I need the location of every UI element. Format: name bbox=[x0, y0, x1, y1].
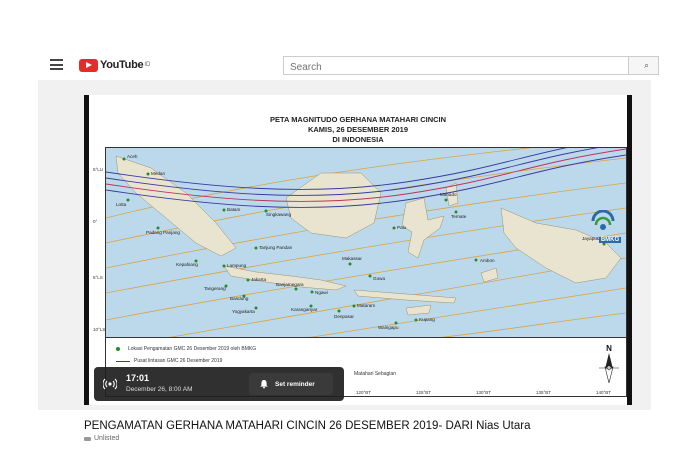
bmkg-label: BMKG bbox=[598, 237, 622, 243]
city-label: Ngawi bbox=[315, 290, 328, 295]
lat-label: 0° bbox=[93, 219, 98, 224]
city-label: Ternate bbox=[451, 214, 467, 219]
visibility-label: Unlisted bbox=[94, 435, 120, 442]
set-reminder-label: Set reminder bbox=[275, 380, 315, 388]
search-box[interactable] bbox=[283, 56, 629, 76]
city-label: Aceh bbox=[127, 154, 138, 159]
eclipse-map: Aceh Medan Lotta Padang Panjang Batam Si… bbox=[105, 147, 627, 339]
lat-label: 10°LS bbox=[93, 327, 106, 332]
city-label: Bandung bbox=[230, 296, 249, 301]
city-label: Padang Panjang bbox=[146, 230, 180, 235]
city-label: Lotta bbox=[116, 202, 127, 207]
city-label: Jakarta bbox=[251, 277, 267, 282]
search-input[interactable] bbox=[284, 59, 616, 76]
video-title: PENGAMATAN GERHANA MATAHARI CINCIN 26 DE… bbox=[84, 420, 531, 432]
city-label: Yogyakarta bbox=[232, 309, 255, 314]
youtube-logo[interactable]: YouTube ID bbox=[79, 58, 150, 72]
land-masses bbox=[115, 155, 622, 316]
lon-label: 140°BT bbox=[596, 390, 612, 395]
youtube-play-icon bbox=[79, 58, 98, 72]
premiere-reminder-overlay: 17:01 December 26, 8:00 AM Set reminder bbox=[94, 367, 344, 401]
bmkg-logo: BMKG bbox=[590, 210, 626, 246]
map-title-line3: DI INDONESIA bbox=[332, 135, 384, 144]
lat-label: 5°LS bbox=[93, 275, 103, 280]
city-label: Palu bbox=[397, 225, 407, 230]
lon-label: 125°BT bbox=[416, 390, 432, 395]
city-label: Tanjung Pandan bbox=[259, 245, 293, 250]
premiere-time: 17:01 bbox=[126, 373, 150, 383]
city-label: Gowa bbox=[373, 276, 385, 281]
city-label: Waingapu bbox=[378, 325, 399, 330]
search-icon: ⌕ bbox=[644, 60, 650, 70]
search-button[interactable]: ⌕ bbox=[629, 56, 659, 75]
live-broadcast-icon bbox=[103, 378, 117, 390]
lat-label: 5°LU bbox=[93, 167, 104, 172]
city-label: Mataram bbox=[357, 303, 375, 308]
compass-arrow-icon bbox=[599, 353, 619, 384]
premiere-date: December 26, 8:00 AM bbox=[126, 386, 193, 393]
hamburger-menu-icon[interactable] bbox=[50, 59, 63, 70]
logo-country-code: ID bbox=[144, 62, 151, 68]
city-label: Denpasar bbox=[334, 314, 354, 319]
city-label: Karanganyar bbox=[291, 307, 318, 312]
legend-item-path: Pusat lintasan GMC 26 Desember 2019 bbox=[116, 358, 222, 364]
lon-label: 120°BT bbox=[356, 390, 372, 395]
city-label: Manado bbox=[440, 192, 457, 197]
legend-line-icon bbox=[116, 360, 130, 362]
compass: N bbox=[599, 344, 619, 386]
city-label: Singkawang bbox=[266, 212, 291, 217]
city-label: Medan bbox=[151, 171, 165, 176]
city-label: Ambon bbox=[480, 258, 495, 263]
city-label: Banjarnegara bbox=[276, 282, 304, 287]
lon-label: 130°BT bbox=[476, 390, 492, 395]
legend-partial-label: Matahari Sebagian bbox=[354, 371, 396, 377]
legend-point-label: Lokasi Pengamatan GMC 26 Desember 2019 o… bbox=[128, 346, 257, 352]
map-graphic: Aceh Medan Lotta Padang Panjang Batam Si… bbox=[106, 148, 626, 338]
legend-item-partial: Matahari Sebagian bbox=[354, 371, 396, 377]
city-label: Kupang bbox=[419, 317, 435, 322]
bmkg-emblem-icon bbox=[591, 210, 615, 230]
video-frame[interactable]: PETA MAGNITUDO GERHANA MATAHARI CINCIN K… bbox=[84, 95, 632, 405]
legend-item-points: Lokasi Pengamatan GMC 26 Desember 2019 o… bbox=[116, 346, 256, 352]
unlisted-link-icon bbox=[84, 436, 91, 441]
map-title-line2: KAMIS, 26 DESEMBER 2019 bbox=[307, 125, 409, 134]
city-label: Batam bbox=[227, 207, 240, 212]
city-label: Makassar bbox=[342, 256, 362, 261]
compass-north-label: N bbox=[606, 344, 612, 353]
city-label: Lampung bbox=[227, 263, 247, 268]
bell-icon bbox=[260, 380, 268, 389]
city-label: Tangerang bbox=[204, 286, 226, 291]
logo-text: YouTube bbox=[100, 59, 144, 71]
city-label: Kepahiang bbox=[176, 262, 198, 267]
map-title-line1: PETA MAGNITUDO GERHANA MATAHARI CINCIN bbox=[269, 115, 447, 124]
lon-label: 135°BT bbox=[536, 390, 552, 395]
legend-line-label: Pusat lintasan GMC 26 Desember 2019 bbox=[134, 358, 223, 364]
legend-point-icon bbox=[116, 347, 120, 351]
top-bar bbox=[0, 0, 700, 62]
set-reminder-button[interactable]: Set reminder bbox=[249, 373, 333, 395]
visibility-badge: Unlisted bbox=[84, 435, 119, 442]
